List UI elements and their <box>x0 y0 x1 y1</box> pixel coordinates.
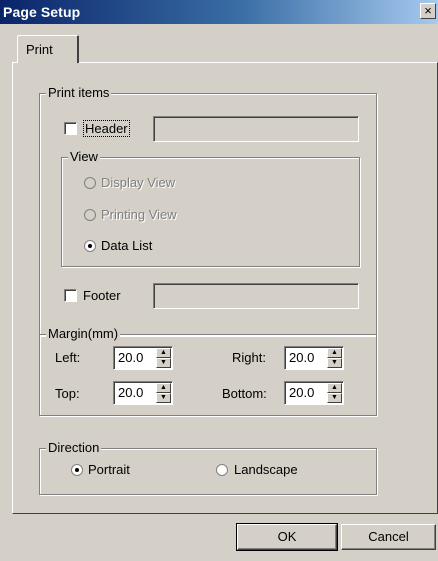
direction-legend: Direction <box>46 440 102 456</box>
tab-print[interactable]: Print <box>17 35 79 63</box>
margin-bottom-value: 20.0 <box>289 385 315 400</box>
margin-group: Margin(mm) Left: 20.0 ▲ ▼ Right: 20.0 ▲ … <box>39 326 377 416</box>
arrow-up-icon: ▲ <box>331 384 338 391</box>
arrow-down-icon: ▼ <box>331 359 338 366</box>
landscape-radio[interactable] <box>216 464 228 476</box>
arrow-down-icon: ▼ <box>160 359 167 366</box>
spin-up-button[interactable]: ▲ <box>327 383 342 393</box>
direction-group: Direction Portrait Landscape <box>39 440 377 495</box>
margin-left-value: 20.0 <box>118 350 144 365</box>
portrait-label: Portrait <box>88 462 130 477</box>
arrow-up-icon: ▲ <box>160 384 167 391</box>
margin-bottom-spinner[interactable]: 20.0 ▲ ▼ <box>284 381 344 405</box>
spin-down-button[interactable]: ▼ <box>327 358 342 368</box>
view-legend: View <box>68 149 100 165</box>
margin-right-value: 20.0 <box>289 350 315 365</box>
arrow-down-icon: ▼ <box>160 394 167 401</box>
portrait-radio[interactable] <box>71 464 83 476</box>
margin-right-spinner[interactable]: 20.0 ▲ ▼ <box>284 346 344 370</box>
printing-view-label: Printing View <box>101 207 177 222</box>
footer-label: Footer <box>83 288 121 303</box>
data-list-radio[interactable] <box>84 240 96 252</box>
printing-view-radio[interactable] <box>84 209 96 221</box>
margin-top-label: Top: <box>55 386 80 401</box>
data-list-label: Data List <box>101 238 153 253</box>
landscape-label: Landscape <box>234 462 298 477</box>
margin-left-spinner[interactable]: 20.0 ▲ ▼ <box>113 346 173 370</box>
margin-left-label: Left: <box>55 350 81 365</box>
spin-up-button[interactable]: ▲ <box>327 348 342 358</box>
margin-bottom-label: Bottom: <box>222 386 267 401</box>
spin-up-button[interactable]: ▲ <box>156 348 171 358</box>
margin-top-spinner[interactable]: 20.0 ▲ ▼ <box>113 381 173 405</box>
header-text-field[interactable] <box>153 116 359 142</box>
arrow-up-icon: ▲ <box>160 349 167 356</box>
spin-down-button[interactable]: ▼ <box>156 358 171 368</box>
print-items-legend: Print items <box>46 85 112 101</box>
footer-checkbox[interactable] <box>64 289 77 302</box>
tab-print-label: Print <box>26 42 53 57</box>
view-group: View Display View Printing View Data Lis… <box>61 149 360 267</box>
spin-up-button[interactable]: ▲ <box>156 383 171 393</box>
print-items-group: Print items Header View Display View Pri… <box>39 85 377 336</box>
footer-text-field[interactable] <box>153 283 359 309</box>
spin-down-button[interactable]: ▼ <box>156 393 171 403</box>
margin-legend: Margin(mm) <box>46 326 121 342</box>
display-view-radio[interactable] <box>84 177 96 189</box>
close-button[interactable]: × <box>420 3 436 19</box>
margin-right-label: Right: <box>232 350 266 365</box>
window-title: Page Setup <box>3 4 81 20</box>
header-checkbox[interactable] <box>64 122 77 135</box>
spin-down-button[interactable]: ▼ <box>327 393 342 403</box>
arrow-down-icon: ▼ <box>331 394 338 401</box>
title-bar: Page Setup × <box>0 0 438 24</box>
margin-top-value: 20.0 <box>118 385 144 400</box>
cancel-button[interactable]: Cancel <box>341 524 436 550</box>
page-setup-dialog: { "window": { "title": "Page Setup", "cl… <box>0 0 438 561</box>
tab-panel-print: Print items Header View Display View Pri… <box>12 62 438 514</box>
display-view-label: Display View <box>101 175 176 190</box>
close-icon: × <box>424 3 432 18</box>
arrow-up-icon: ▲ <box>331 349 338 356</box>
ok-button[interactable]: OK <box>236 523 338 551</box>
header-label: Header <box>83 120 130 137</box>
